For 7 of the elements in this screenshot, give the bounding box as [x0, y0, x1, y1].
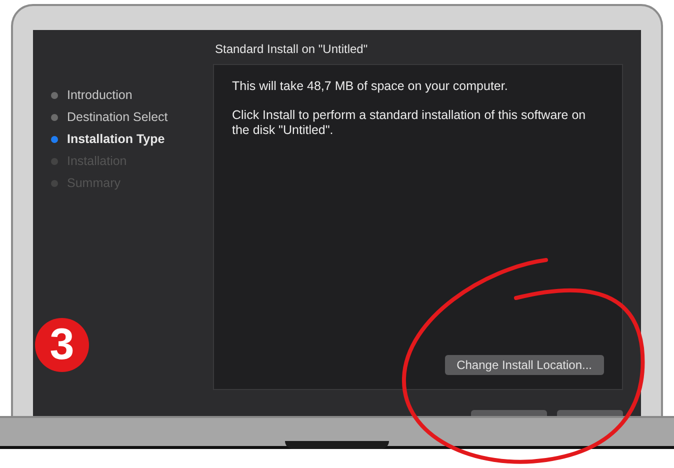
- step-label: Introduction: [67, 88, 132, 102]
- step-label: Destination Select: [67, 110, 168, 124]
- step-label: Installation Type: [67, 132, 165, 146]
- change-location-button[interactable]: Change Install Location...: [444, 355, 604, 375]
- info-text: This will take 48,7 MB of space on your computer.: [232, 79, 509, 94]
- window-title: Standard Install on "Untitled": [214, 41, 369, 58]
- info-text: Click Install to perform a standard installation of this software on the disk "Untitled".: [232, 108, 587, 138]
